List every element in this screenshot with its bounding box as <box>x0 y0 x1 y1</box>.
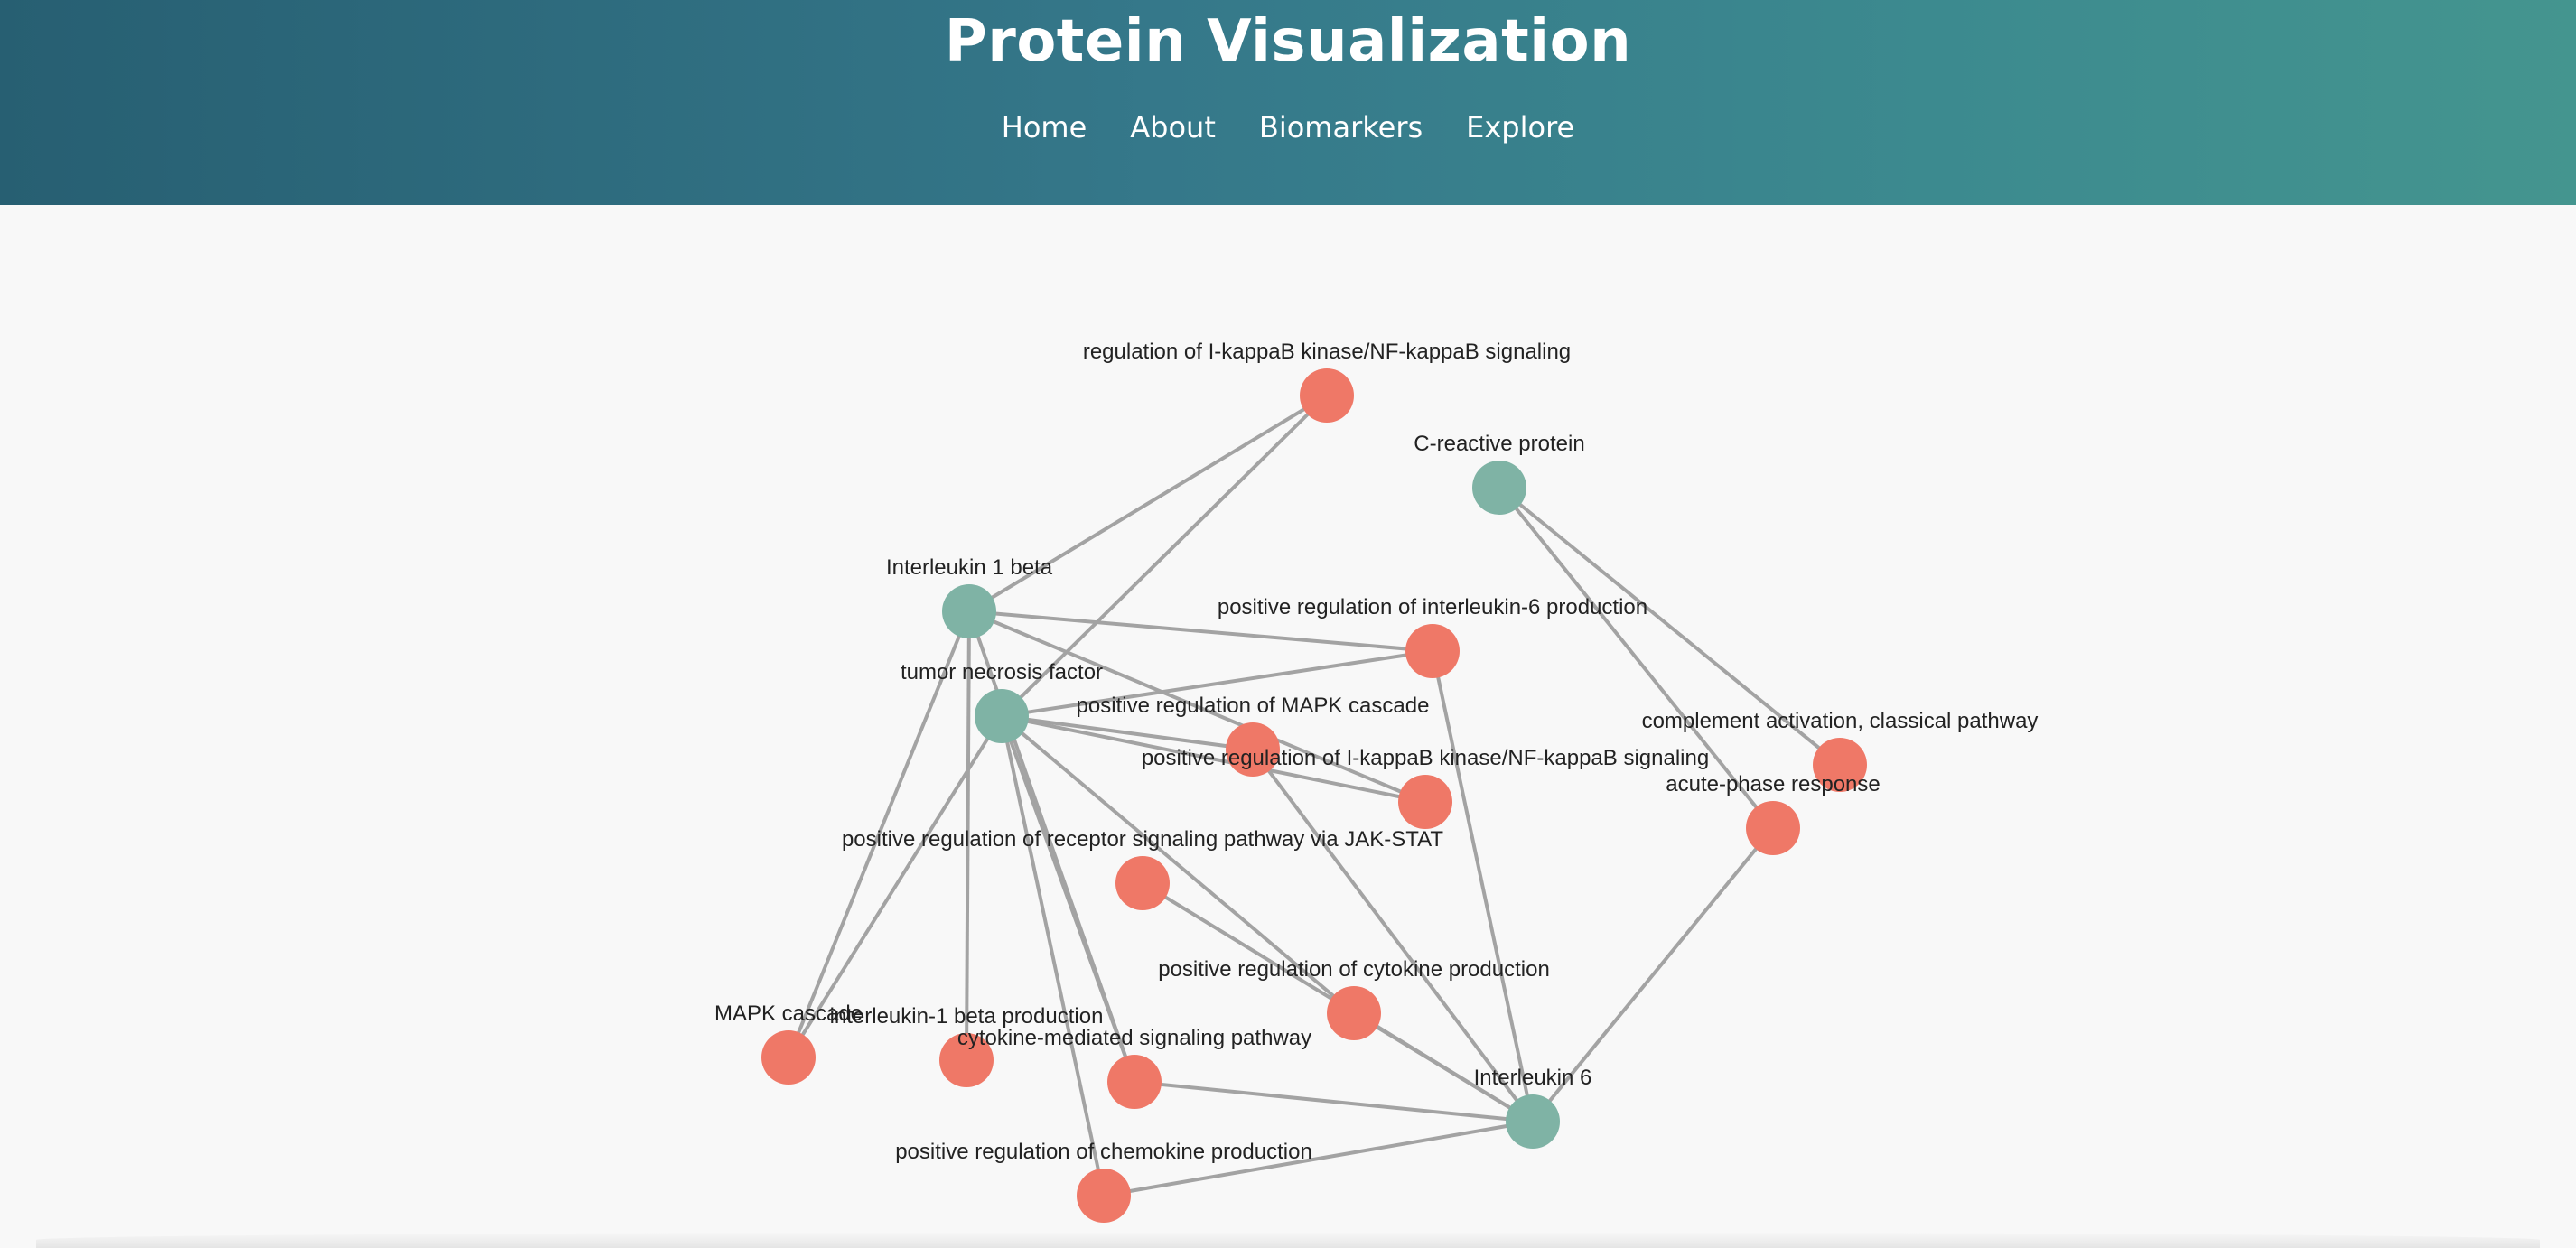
node-il1b[interactable] <box>942 584 996 638</box>
nav-explore-link[interactable]: Explore <box>1466 102 1574 153</box>
node-label-chemokine: positive regulation of chemokine product… <box>895 1140 1312 1164</box>
node-cytokine-signal[interactable] <box>1107 1055 1162 1109</box>
edge-tnf-pos-reg-mapk <box>1001 714 1254 751</box>
node-tnf[interactable] <box>975 689 1029 743</box>
site-header: Protein Visualization Home About Biomark… <box>0 0 2576 205</box>
edge-il6-pos-reg-il6 <box>1431 650 1535 1122</box>
node-label-cytokine-signal: cytokine-mediated signaling pathway <box>957 1026 1311 1050</box>
node-regulation-ikb[interactable] <box>1300 368 1354 423</box>
visualization-area: regulation of I-kappaB kinase/NF-kappaB … <box>0 205 2576 1248</box>
nav-biomarkers-link[interactable]: Biomarkers <box>1259 102 1423 153</box>
node-label-pos-reg-il6: positive regulation of interleukin-6 pro… <box>1218 595 1647 619</box>
node-acute-phase[interactable] <box>1746 801 1800 855</box>
nav-home-link[interactable]: Home <box>1002 102 1087 153</box>
node-label-tnf: tumor necrosis factor <box>901 660 1103 685</box>
node-pos-reg-il6[interactable] <box>1405 624 1460 678</box>
protein-network-graph[interactable]: regulation of I-kappaB kinase/NF-kappaB … <box>0 205 2576 1248</box>
node-label-il1b: Interleukin 1 beta <box>886 555 1053 580</box>
node-label-cytokine-prod: positive regulation of cytokine producti… <box>1158 957 1550 982</box>
node-mapk[interactable] <box>761 1030 816 1085</box>
node-label-il1b-prod: interleukin-1 beta production <box>830 1004 1104 1029</box>
nav-about-link[interactable]: About <box>1130 102 1216 153</box>
node-label-pos-reg-mapk: positive regulation of MAPK cascade <box>1077 694 1430 718</box>
node-cytokine-prod[interactable] <box>1327 986 1381 1040</box>
node-label-il6: Interleukin 6 <box>1474 1066 1592 1090</box>
node-label-crp: C-reactive protein <box>1414 432 1584 456</box>
node-label-regulation-ikb: regulation of I-kappaB kinase/NF-kappaB … <box>1083 340 1571 364</box>
main-nav: Home About Biomarkers Explore <box>0 102 2576 153</box>
node-chemokine[interactable] <box>1077 1169 1131 1223</box>
node-pos-reg-ikb[interactable] <box>1398 775 1452 829</box>
site-title: Protein Visualization <box>944 8 1632 75</box>
node-label-complement: complement activation, classical pathway <box>1642 709 2039 733</box>
node-crp[interactable] <box>1472 461 1526 515</box>
node-label-acute-phase: acute-phase response <box>1666 772 1881 796</box>
node-label-pos-reg-ikb: positive regulation of I-kappaB kinase/N… <box>1142 746 1709 770</box>
bottom-shadow <box>36 1232 2540 1248</box>
node-il6[interactable] <box>1506 1094 1560 1149</box>
node-jak-stat[interactable] <box>1115 856 1170 910</box>
node-label-jak-stat: positive regulation of receptor signalin… <box>842 827 1443 852</box>
